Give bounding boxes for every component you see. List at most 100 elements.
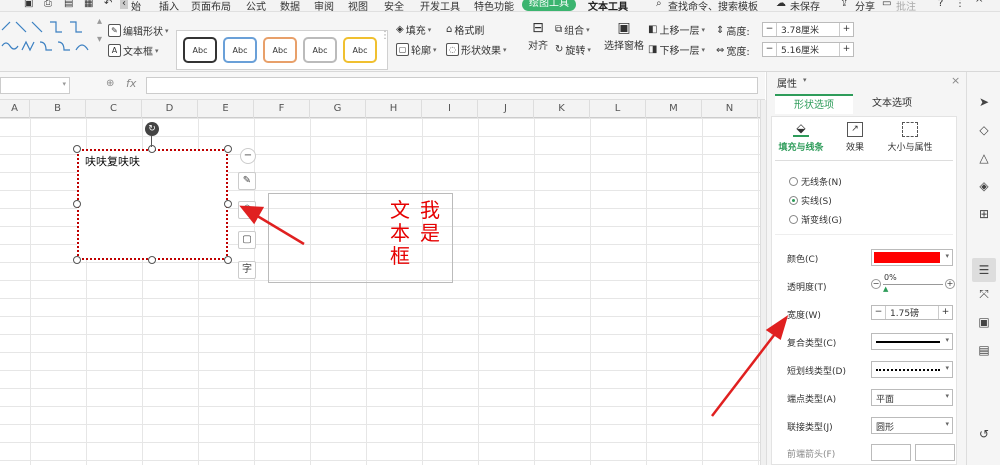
style-option-4[interactable]: Abc xyxy=(303,37,337,63)
transparency-increment-icon[interactable]: + xyxy=(945,279,955,289)
height-input[interactable]: − 3.78厘米 + xyxy=(762,22,854,37)
shapes-icon[interactable]: ◇ xyxy=(976,122,992,138)
resize-handle-ne[interactable] xyxy=(224,145,232,153)
fx-icon[interactable]: fx xyxy=(126,77,136,90)
name-box[interactable]: ▾ xyxy=(0,77,70,94)
search-icon[interactable]: ⌕ xyxy=(656,0,662,9)
radio-gradient-line-dot[interactable] xyxy=(789,215,798,224)
column-header-j[interactable]: J xyxy=(478,100,534,118)
resize-handle-nw[interactable] xyxy=(73,145,81,153)
column-header-f[interactable]: F xyxy=(254,100,310,118)
transparency-thumb-icon[interactable]: ▲ xyxy=(883,285,888,293)
bring-forward-button[interactable]: ◧ 上移一层 ▾ xyxy=(648,22,705,37)
join-dropdown-icon[interactable]: ▾ xyxy=(945,420,949,428)
column-header-a[interactable]: A xyxy=(0,100,30,118)
comment-icon[interactable]: ▭ xyxy=(882,0,891,9)
settings-sliders-icon[interactable]: ☰ xyxy=(972,258,996,282)
print-icon[interactable]: ⎙ xyxy=(44,0,52,9)
format-painter-button[interactable]: ⌂ 格式刷 xyxy=(446,22,484,37)
dash-type-select[interactable]: ▾ xyxy=(871,361,953,378)
scroll-left-icon[interactable]: ‹ xyxy=(120,0,128,9)
resize-handle-sw[interactable] xyxy=(73,256,81,264)
send-backward-button[interactable]: ◨ 下移一层 ▾ xyxy=(648,42,705,57)
edit-shape-button[interactable]: ✎ 编辑形状 ▾ xyxy=(108,23,169,38)
resize-handle-n[interactable] xyxy=(148,145,156,153)
width-increment[interactable]: + xyxy=(839,43,853,56)
fill-icon[interactable]: △ xyxy=(976,150,992,166)
column-header-e[interactable]: E xyxy=(198,100,254,118)
height-value[interactable]: 3.78厘米 xyxy=(777,23,839,36)
formula-zoom-icon[interactable]: ⊕ xyxy=(106,78,114,89)
transparency-slider[interactable]: − ▲ 0% + xyxy=(871,273,957,293)
save-icon[interactable]: ▣ xyxy=(24,0,33,9)
shape-effects-button[interactable]: ◌ 形状效果 ▾ xyxy=(446,42,507,57)
gem-icon[interactable]: ◈ xyxy=(976,178,992,194)
dash-dropdown-icon[interactable]: ▾ xyxy=(945,364,949,372)
radio-solid-line-dot[interactable] xyxy=(789,196,798,205)
textbox-button[interactable]: A 文本框 ▾ xyxy=(108,43,159,58)
color-dropdown-icon[interactable]: ▾ xyxy=(945,252,949,260)
resize-handle-se[interactable] xyxy=(224,256,232,264)
collapse-tools-icon[interactable]: − xyxy=(240,148,256,164)
compound-dropdown-icon[interactable]: ▾ xyxy=(945,336,949,344)
collapse-icon[interactable]: ^ xyxy=(975,0,983,9)
undo-icon[interactable]: ↶ xyxy=(104,0,112,9)
column-header-b[interactable]: B xyxy=(30,100,86,118)
rotate-handle-icon[interactable]: ↻ xyxy=(145,122,159,136)
style-option-5[interactable]: Abc xyxy=(343,37,377,63)
print-preview-icon[interactable]: ▦ xyxy=(84,0,93,9)
menu-drawing-tools[interactable]: 绘图工具 xyxy=(522,0,576,11)
subtab-fill-line[interactable]: ⬙ 填充与线条 xyxy=(773,122,829,154)
panel-close-icon[interactable]: × xyxy=(951,74,960,87)
help-icon[interactable]: ? xyxy=(938,0,943,9)
column-header-h[interactable]: H xyxy=(366,100,422,118)
align-button[interactable]: ⊟ 对齐 xyxy=(528,20,548,52)
height-increment[interactable]: + xyxy=(839,23,853,36)
outline-tool-icon[interactable]: ▢ xyxy=(238,231,256,249)
group-button[interactable]: ⧉ 组合 ▾ xyxy=(555,22,590,37)
line-width-input[interactable]: − 1.75磅 + xyxy=(871,305,953,320)
transparency-track[interactable] xyxy=(883,284,943,285)
image-icon[interactable]: ▣ xyxy=(976,314,992,330)
gallery-up-icon[interactable]: ▴ xyxy=(97,16,102,27)
pen-tool-icon[interactable]: ✎ xyxy=(238,172,256,190)
begin-arrow-size-select[interactable] xyxy=(915,444,955,461)
outline-button[interactable]: ▢ 轮廓 ▾ xyxy=(396,42,437,57)
line-width-decrement[interactable]: − xyxy=(872,306,886,319)
preview-icon[interactable]: ▤ xyxy=(64,0,73,9)
radio-solid-line[interactable]: 实线(S) xyxy=(789,194,832,207)
tab-shape-options[interactable]: 形状选项 xyxy=(775,94,853,114)
grid-icon[interactable]: ⊞ xyxy=(976,206,992,222)
radio-gradient-line[interactable]: 渐变线(G) xyxy=(789,213,842,226)
book-icon[interactable]: ▤ xyxy=(976,342,992,358)
style-gallery-more-icon[interactable]: ⋮ xyxy=(380,30,390,41)
line-shapes-gallery[interactable] xyxy=(0,20,95,60)
cursor-icon[interactable]: ➤ xyxy=(976,94,992,110)
history-icon[interactable]: ↺ xyxy=(976,426,992,442)
width-decrement[interactable]: − xyxy=(763,43,777,56)
radio-no-line[interactable]: 无线条(N) xyxy=(789,175,842,188)
gallery-more-icon[interactable]: ▾ xyxy=(97,34,102,45)
textbox-text[interactable]: 呋呋复呋呋 xyxy=(85,153,140,169)
cap-dropdown-icon[interactable]: ▾ xyxy=(945,392,949,400)
transparency-decrement-icon[interactable]: − xyxy=(871,279,881,289)
resize-handle-e[interactable] xyxy=(224,200,232,208)
cap-type-select[interactable]: 平面 ▾ xyxy=(871,389,953,406)
radio-no-line-dot[interactable] xyxy=(789,177,798,186)
column-header-d[interactable]: D xyxy=(142,100,198,118)
rotate-button[interactable]: ↻ 旋转 ▾ xyxy=(555,42,591,57)
transform-icon[interactable]: ⤧ xyxy=(976,286,992,302)
subtab-size-properties[interactable]: 大小与属性 xyxy=(879,122,941,153)
formula-input[interactable] xyxy=(146,77,758,94)
selection-pane-button[interactable]: ▣ 选择窗格 xyxy=(604,20,644,52)
height-decrement[interactable]: − xyxy=(763,23,777,36)
column-header-i[interactable]: I xyxy=(422,100,478,118)
column-header-k[interactable]: K xyxy=(534,100,590,118)
panel-title-dropdown-icon[interactable]: ▾ xyxy=(803,76,807,84)
column-header-n[interactable]: N xyxy=(702,100,758,118)
resize-handle-s[interactable] xyxy=(148,256,156,264)
column-header-g[interactable]: G xyxy=(310,100,366,118)
column-header-c[interactable]: C xyxy=(86,100,142,118)
line-width-value[interactable]: 1.75磅 xyxy=(886,306,938,319)
fill-tool-icon[interactable]: ⬡ xyxy=(238,201,256,219)
